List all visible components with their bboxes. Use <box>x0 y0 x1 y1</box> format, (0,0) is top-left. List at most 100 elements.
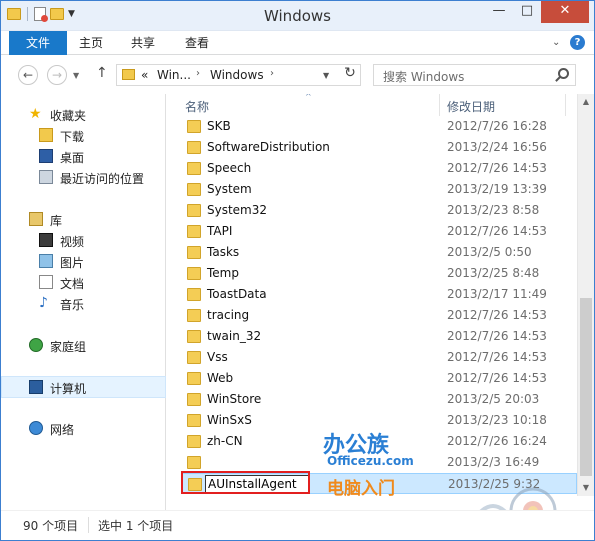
file-modified-date: 2012/7/26 14:53 <box>447 329 547 343</box>
address-toolbar: ← → ▼ ↑ « Win... › Windows › ▼ ↻ 搜索 Wind… <box>1 56 594 94</box>
breadcrumb-win[interactable]: Win... <box>157 68 191 82</box>
up-button[interactable]: ↑ <box>96 65 108 81</box>
nav-label: 库 <box>50 214 63 228</box>
nav-music[interactable]: ♪ 音乐 <box>1 293 166 315</box>
pictures-icon <box>39 254 53 268</box>
recent-locations-icon[interactable]: ▼ <box>73 71 79 80</box>
homegroup-icon <box>29 338 43 352</box>
nav-downloads[interactable]: 下载 <box>1 125 166 147</box>
nav-homegroup[interactable]: 家庭组 <box>1 335 166 357</box>
file-modified-date: 2012/7/26 14:53 <box>447 308 547 322</box>
file-name: TAPI <box>207 224 233 238</box>
folder-icon <box>187 288 201 301</box>
navigation-pane: ★ 收藏夹 下载 桌面 最近访问的位置 库 视频 图片 文档 ♪ 音乐 家庭组 … <box>1 94 166 510</box>
nav-label: 音乐 <box>60 298 85 312</box>
tab-share[interactable]: 共享 <box>123 31 163 55</box>
file-modified-date: 2013/2/23 10:18 <box>447 413 547 427</box>
ribbon-tabs: 文件 主页 共享 查看 ⌄ ? <box>1 31 594 55</box>
file-modified-date: 2013/2/3 16:49 <box>447 455 540 469</box>
scroll-thumb[interactable] <box>580 298 592 476</box>
file-name: Web <box>207 371 234 385</box>
file-modified-date: 2013/2/23 8:58 <box>447 203 540 217</box>
search-input[interactable]: 搜索 Windows <box>383 68 464 85</box>
close-button[interactable]: ✕ <box>541 1 589 23</box>
breadcrumb-overflow[interactable]: « <box>141 68 148 82</box>
refresh-button[interactable]: ↻ <box>341 65 359 85</box>
library-icon <box>29 212 43 226</box>
nav-favorites[interactable]: ★ 收藏夹 <box>1 104 166 126</box>
file-row[interactable]: SKB 2012/7/26 16:28 <box>181 116 577 137</box>
folder-icon <box>187 267 201 280</box>
file-modified-date: 2012/7/26 14:53 <box>447 224 547 238</box>
nav-network[interactable]: 网络 <box>1 418 166 440</box>
folder-icon <box>187 225 201 238</box>
title-bar: ▼ Windows — □ ✕ <box>1 1 594 31</box>
file-modified-date: 2012/7/26 16:28 <box>447 119 547 133</box>
nav-label: 文档 <box>60 277 85 291</box>
downloads-icon <box>39 128 53 142</box>
file-row[interactable]: Vss 2012/7/26 14:53 <box>181 347 577 368</box>
file-modified-date: 2013/2/24 16:56 <box>447 140 547 154</box>
chevron-right-icon[interactable]: › <box>196 68 200 79</box>
nav-libraries[interactable]: 库 <box>1 209 166 231</box>
search-icon[interactable] <box>558 68 569 79</box>
file-modified-date: 2013/2/5 0:50 <box>447 245 532 259</box>
help-icon[interactable]: ? <box>570 35 585 50</box>
nav-computer[interactable]: 计算机 <box>1 376 166 398</box>
nav-desktop[interactable]: 桌面 <box>1 146 166 168</box>
sort-ascending-icon: ^ <box>305 94 312 101</box>
search-box[interactable]: 搜索 Windows <box>373 64 576 86</box>
status-divider <box>88 517 89 533</box>
nav-pictures[interactable]: 图片 <box>1 251 166 273</box>
watermark-tagline: 电脑入门 <box>327 479 395 499</box>
column-headers: ^ 名称 修改日期 <box>167 94 577 116</box>
forward-button[interactable]: → <box>47 65 67 85</box>
tab-view[interactable]: 查看 <box>177 31 217 55</box>
file-name: twain_32 <box>207 329 262 343</box>
minimize-button[interactable]: — <box>485 1 513 23</box>
file-row[interactable]: tracing 2012/7/26 14:53 <box>181 305 577 326</box>
file-name: SKB <box>207 119 231 133</box>
folder-icon <box>187 393 201 406</box>
scroll-up-icon[interactable]: ▲ <box>578 94 594 110</box>
folder-icon <box>187 162 201 175</box>
file-row[interactable]: System32 2013/2/23 8:58 <box>181 200 577 221</box>
folder-icon <box>122 69 135 80</box>
column-date-header[interactable]: 修改日期 <box>447 98 495 115</box>
folder-icon <box>187 435 201 448</box>
file-row[interactable]: Web 2012/7/26 14:53 <box>181 368 577 389</box>
file-row[interactable]: System 2013/2/19 13:39 <box>181 179 577 200</box>
column-divider[interactable] <box>439 94 440 116</box>
address-dropdown-icon[interactable]: ▼ <box>323 71 329 80</box>
chevron-right-icon[interactable]: › <box>270 68 274 79</box>
item-count: 90 个项目 <box>23 519 79 533</box>
file-row[interactable]: twain_32 2012/7/26 14:53 <box>181 326 577 347</box>
maximize-button[interactable]: □ <box>513 1 541 23</box>
file-row[interactable]: WinStore 2013/2/5 20:03 <box>181 389 577 410</box>
column-divider[interactable] <box>565 94 566 116</box>
folder-icon <box>187 309 201 322</box>
file-name: Vss <box>207 350 228 364</box>
nav-recent-places[interactable]: 最近访问的位置 <box>1 167 166 189</box>
nav-documents[interactable]: 文档 <box>1 272 166 294</box>
file-row[interactable]: Speech 2012/7/26 14:53 <box>181 158 577 179</box>
expand-ribbon-icon[interactable]: ⌄ <box>552 37 560 48</box>
vertical-scrollbar[interactable]: ▲ ▼ <box>577 94 594 496</box>
file-row[interactable]: TAPI 2012/7/26 14:53 <box>181 221 577 242</box>
tab-file[interactable]: 文件 <box>9 31 67 55</box>
nav-label: 计算机 <box>50 382 87 396</box>
file-modified-date: 2012/7/26 14:53 <box>447 350 547 364</box>
file-row[interactable]: Tasks 2013/2/5 0:50 <box>181 242 577 263</box>
recent-places-icon <box>39 170 53 184</box>
breadcrumb-windows[interactable]: Windows <box>210 68 264 82</box>
back-button[interactable]: ← <box>18 65 38 85</box>
file-name: ToastData <box>207 287 267 301</box>
column-name-header[interactable]: 名称 <box>185 98 209 115</box>
folder-icon <box>187 141 201 154</box>
file-row[interactable]: SoftwareDistribution 2013/2/24 16:56 <box>181 137 577 158</box>
file-row[interactable]: Temp 2013/2/25 8:48 <box>181 263 577 284</box>
nav-label: 收藏夹 <box>50 109 87 123</box>
nav-videos[interactable]: 视频 <box>1 230 166 252</box>
file-row[interactable]: ToastData 2013/2/17 11:49 <box>181 284 577 305</box>
tab-home[interactable]: 主页 <box>71 31 111 55</box>
